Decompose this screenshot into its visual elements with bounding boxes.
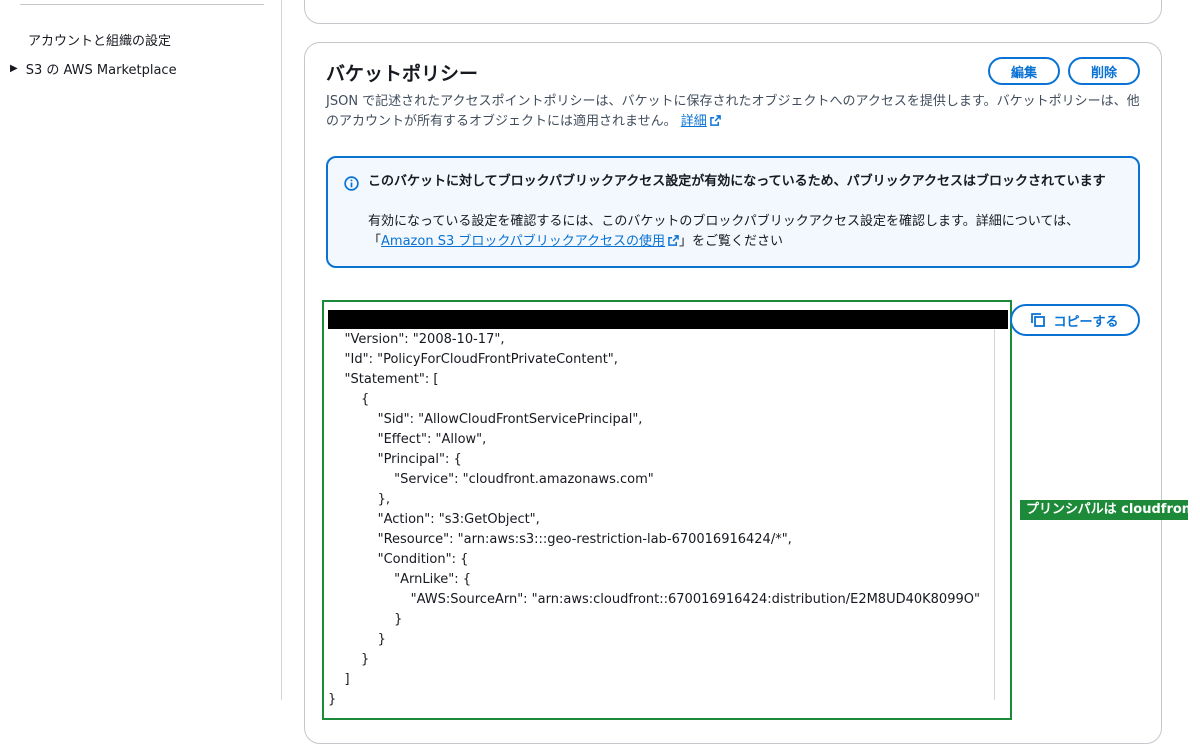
policy-description: JSON で記述されたアクセスポイントポリシーは、バケットに保存されたオブジェク… bbox=[326, 92, 1146, 132]
code-line: ] bbox=[328, 672, 350, 687]
code-line: } bbox=[328, 652, 370, 667]
details-link[interactable]: 詳細 bbox=[681, 114, 707, 129]
code-line: "Sid": "AllowCloudFrontServicePrincipal"… bbox=[328, 412, 643, 427]
code-line: "Condition": { bbox=[328, 552, 469, 567]
code-line: } bbox=[328, 692, 337, 707]
code-line: }, bbox=[328, 492, 390, 507]
previous-section-card bbox=[304, 0, 1162, 24]
code-line: "Resource": "arn:aws:s3:::geo-restrictio… bbox=[328, 532, 792, 547]
alert-body-suffix: 」をご覧ください bbox=[679, 234, 784, 249]
page-title: バケットポリシー bbox=[326, 63, 479, 85]
alert-title: このバケットに対してブロックパブリックアクセス設定が有効になっているため、パブリ… bbox=[368, 174, 1106, 189]
code-scrollbar[interactable] bbox=[994, 329, 995, 700]
code-line: "Version": "2008-10-17", bbox=[328, 332, 505, 347]
external-link-icon bbox=[709, 115, 721, 126]
right-edge bbox=[1188, 0, 1200, 700]
code-line: "Effect": "Allow", bbox=[328, 432, 487, 447]
policy-code-block: "Version": "2008-10-17", "Id": "PolicyFo… bbox=[328, 330, 988, 710]
sidebar-item-label: S3 の AWS Marketplace bbox=[25, 63, 177, 78]
sidebar-divider bbox=[20, 4, 264, 5]
block-public-access-link-label: Amazon S3 ブロックパブリックアクセスの使用 bbox=[381, 234, 666, 249]
edit-button[interactable]: 編集 bbox=[988, 57, 1060, 85]
sidebar-item-aws-marketplace[interactable]: ▶ S3 の AWS Marketplace bbox=[10, 59, 177, 78]
sidebar: アカウントと組織の設定 ▶ S3 の AWS Marketplace bbox=[0, 0, 282, 700]
info-icon bbox=[344, 176, 359, 191]
annotation-label: プリンシパルは cloudfront bbox=[1020, 500, 1200, 520]
code-line: "Service": "cloudfront.amazonaws.com" bbox=[328, 472, 654, 487]
external-link-icon bbox=[668, 235, 679, 246]
code-line: "Id": "PolicyForCloudFrontPrivateContent… bbox=[328, 352, 618, 367]
details-link-label: 詳細 bbox=[680, 114, 707, 129]
code-line: } bbox=[328, 632, 386, 647]
code-line: "Action": "s3:GetObject", bbox=[328, 512, 540, 527]
alert-body: 有効になっている設定を確認するには、このバケットのブロックパブリックアクセス設定… bbox=[368, 212, 1118, 252]
redacted-bar bbox=[328, 310, 1008, 329]
sidebar-item-account-org-settings[interactable]: アカウントと組織の設定 bbox=[28, 30, 171, 49]
code-line: "ArnLike": { bbox=[328, 572, 472, 587]
info-alert: このバケットに対してブロックパブリックアクセス設定が有効になっているため、パブリ… bbox=[326, 156, 1140, 268]
copy-icon bbox=[1031, 313, 1046, 327]
code-line: } bbox=[328, 612, 403, 627]
copy-button[interactable]: コピーする bbox=[1010, 304, 1140, 336]
block-public-access-link[interactable]: Amazon S3 ブロックパブリックアクセスの使用 bbox=[381, 234, 665, 249]
main-content: バケットポリシー 編集 削除 JSON で記述されたアクセスポイントポリシーは、… bbox=[282, 0, 1200, 744]
code-line: { bbox=[328, 392, 370, 407]
copy-button-label: コピーする bbox=[1053, 314, 1119, 330]
code-line: "Principal": { bbox=[328, 452, 462, 467]
caret-right-icon: ▶ bbox=[10, 63, 18, 74]
description-text: JSON で記述されたアクセスポイントポリシーは、バケットに保存されたオブジェク… bbox=[326, 94, 1140, 129]
delete-button[interactable]: 削除 bbox=[1068, 57, 1140, 85]
code-line: "AWS:SourceArn": "arn:aws:cloudfront::67… bbox=[328, 592, 980, 607]
code-line: "Statement": [ bbox=[328, 372, 439, 387]
